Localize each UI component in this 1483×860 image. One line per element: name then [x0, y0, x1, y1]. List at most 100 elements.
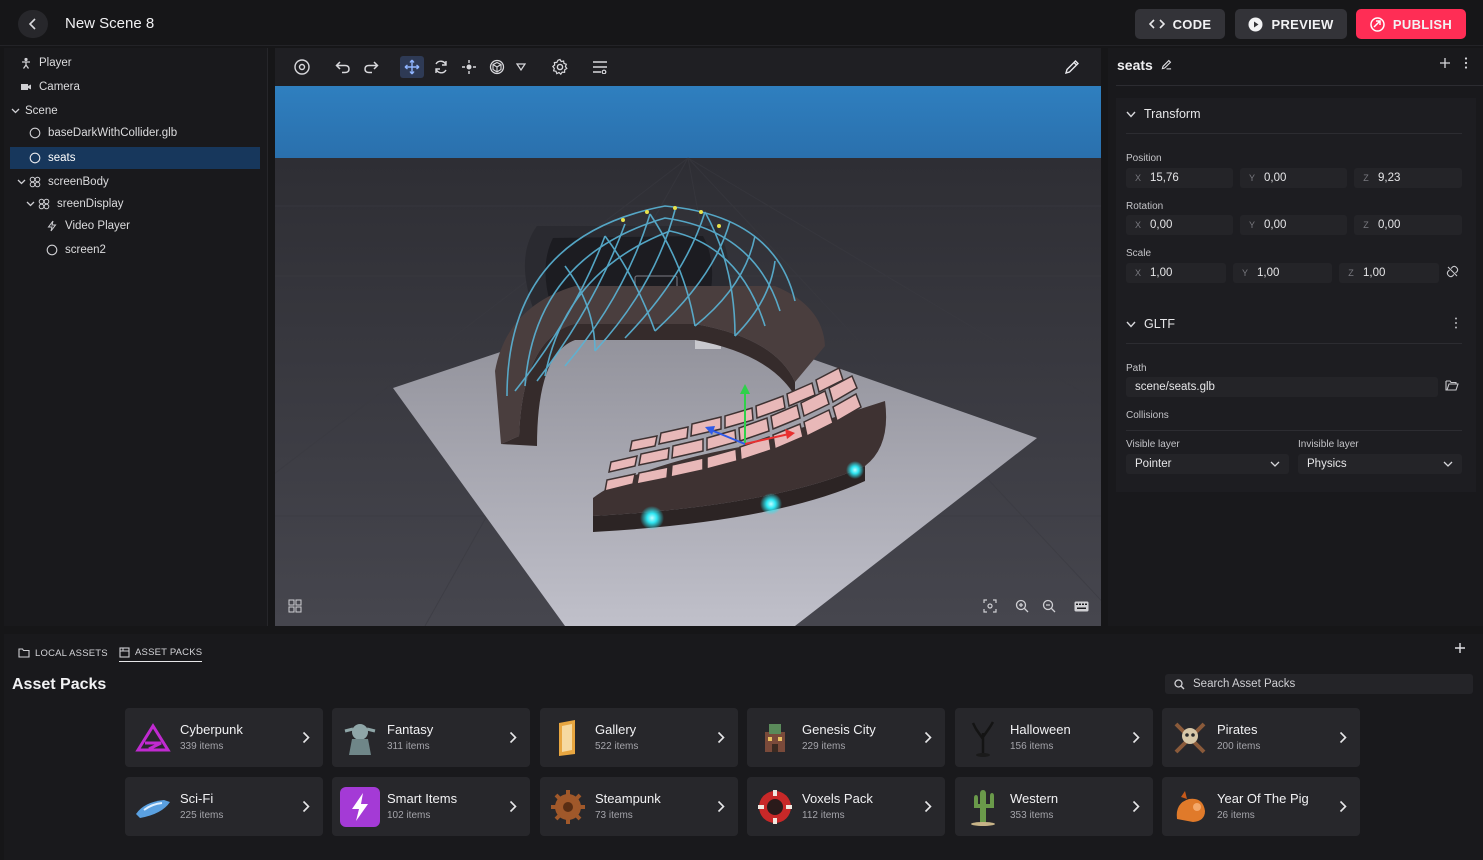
grid-icon [288, 599, 302, 613]
circle-icon [29, 152, 41, 164]
rotation-y-field[interactable]: Y 0,00 [1240, 215, 1347, 235]
path-input[interactable]: scene/seats.glb [1126, 377, 1438, 397]
chevron-down-icon[interactable] [25, 199, 35, 209]
pack-card-halloween[interactable]: Halloween 156 items [955, 708, 1153, 767]
rotation-z-field[interactable]: Z 0,00 [1354, 215, 1462, 235]
zoom-out-button[interactable] [1039, 596, 1059, 616]
rotate-icon [435, 60, 447, 74]
scale-z-field[interactable]: Z 1,00 [1339, 263, 1439, 283]
grid-toggle-button[interactable] [285, 596, 305, 616]
scale-gizmo-button[interactable] [457, 56, 481, 78]
zoom-in-button[interactable] [1012, 596, 1032, 616]
tab-asset-packs[interactable]: ASSET PACKS [119, 644, 203, 662]
rotate-gizmo-button[interactable] [429, 56, 453, 78]
focus-button[interactable] [980, 596, 1000, 616]
entity-menu-button[interactable] [1464, 57, 1470, 71]
layout-options-button[interactable] [588, 56, 612, 78]
plus-icon [1440, 58, 1450, 68]
tree-item-scene[interactable]: Scene [10, 100, 260, 122]
gltf-title: GLTF [1144, 317, 1176, 331]
position-x-field[interactable]: X 15,76 [1126, 168, 1233, 188]
tree-item-screen2[interactable]: screen2 [10, 239, 260, 261]
group-icon [29, 176, 41, 188]
pencil-icon[interactable] [1161, 59, 1172, 70]
viewport-settings-button[interactable] [548, 56, 572, 78]
position-y-field[interactable]: Y 0,00 [1240, 168, 1347, 188]
transform-section-header[interactable]: Transform [1126, 104, 1201, 124]
edit-button[interactable] [1060, 56, 1084, 78]
undo-button[interactable] [331, 56, 355, 78]
translate-gizmo-button[interactable] [400, 56, 424, 78]
pack-card-sci-fi[interactable]: Sci-Fi 225 items [125, 777, 323, 836]
entity-name[interactable]: seats [1117, 57, 1172, 73]
scale-x-field[interactable]: X 1,00 [1126, 263, 1226, 283]
rotation-x-field[interactable]: X 0,00 [1126, 215, 1233, 235]
pack-count: 112 items [802, 810, 845, 821]
asset-search-input[interactable]: Search Asset Packs [1165, 674, 1473, 694]
position-z-value: 9,23 [1378, 172, 1401, 184]
free-gizmo-button[interactable] [485, 56, 509, 78]
tree-item-seats[interactable]: seats [10, 147, 260, 169]
chevron-down-icon [1443, 461, 1453, 467]
pack-card-genesis-city[interactable]: Genesis City 229 items [747, 708, 945, 767]
pack-card-voxels-pack[interactable]: Voxels Pack 112 items [747, 777, 945, 836]
link-scale-button[interactable] [1446, 265, 1460, 279]
visible-layer-select[interactable]: Pointer [1126, 454, 1289, 474]
pack-card-fantasy[interactable]: Fantasy 311 items [332, 708, 530, 767]
back-button[interactable] [18, 10, 48, 38]
pack-card-year-of-the-pig[interactable]: Year Of The Pig 26 items [1162, 777, 1360, 836]
scale-label: Scale [1126, 248, 1152, 259]
position-z-field[interactable]: Z 9,23 [1354, 168, 1462, 188]
browse-file-button[interactable] [1445, 379, 1461, 395]
pack-card-gallery[interactable]: Gallery 522 items [540, 708, 738, 767]
tab-local-assets[interactable]: LOCAL ASSETS [18, 644, 108, 662]
zoom-out-icon [1042, 599, 1056, 613]
pack-card-cyberpunk[interactable]: Cyberpunk 339 items [125, 708, 323, 767]
gizmo-dropdown-button[interactable] [513, 56, 529, 78]
pack-card-pirates[interactable]: Pirates 200 items [1162, 708, 1360, 767]
tree-item-sreendisplay[interactable]: sreenDisplay [10, 193, 260, 215]
move-icon [404, 59, 420, 75]
tree-item-camera[interactable]: Camera [10, 76, 260, 98]
scene-title: New Scene 8 [65, 15, 155, 32]
gltf-section-header[interactable]: GLTF [1126, 314, 1175, 334]
code-button[interactable]: CODE [1135, 9, 1225, 39]
pack-count: 311 items [387, 741, 430, 752]
tree-item-basedark[interactable]: baseDarkWithCollider.glb [10, 122, 260, 144]
redo-button[interactable] [359, 56, 383, 78]
tree-item-player[interactable]: Player [10, 52, 260, 74]
axis-y-label: Y [1241, 268, 1248, 278]
western-thumbnail [963, 787, 1003, 827]
preview-button[interactable]: PREVIEW [1235, 9, 1347, 39]
chevron-right-icon [506, 797, 520, 815]
pack-card-western[interactable]: Western 353 items [955, 777, 1153, 836]
keyboard-shortcuts-button[interactable] [1071, 596, 1091, 616]
kebab-menu-icon [1464, 57, 1468, 69]
section-divider [1126, 343, 1462, 344]
gltf-menu-button[interactable] [1454, 317, 1460, 331]
position-label: Position [1126, 153, 1162, 164]
pack-card-steampunk[interactable]: Steampunk 73 items [540, 777, 738, 836]
tree-item-screenbody[interactable]: screenBody [10, 171, 260, 193]
pack-count: 26 items [1217, 810, 1255, 821]
add-component-button[interactable] [1439, 57, 1451, 71]
pack-name: Sci-Fi [180, 791, 214, 806]
publish-button[interactable]: PUBLISH [1356, 9, 1466, 39]
preview-button-label: PREVIEW [1271, 16, 1334, 32]
entity-mode-button[interactable] [290, 56, 314, 78]
circle-icon [46, 244, 58, 256]
sliders-icon [593, 61, 607, 74]
pack-name: Genesis City [802, 722, 876, 737]
component-group [1116, 98, 1476, 492]
scale-y-field[interactable]: Y 1,00 [1233, 263, 1332, 283]
chevron-right-icon [1129, 728, 1143, 746]
chevron-down-icon[interactable] [16, 177, 26, 187]
add-asset-button[interactable] [1454, 642, 1468, 656]
tree-item-video-player[interactable]: Video Player [10, 215, 260, 237]
pack-name: Gallery [595, 722, 637, 737]
invisible-layer-select[interactable]: Physics [1298, 454, 1462, 474]
chevron-down-icon[interactable] [10, 106, 20, 116]
3d-viewport[interactable] [275, 86, 1101, 626]
pack-card-smart-items[interactable]: Smart Items 102 items [332, 777, 530, 836]
header-divider [1116, 85, 1483, 86]
